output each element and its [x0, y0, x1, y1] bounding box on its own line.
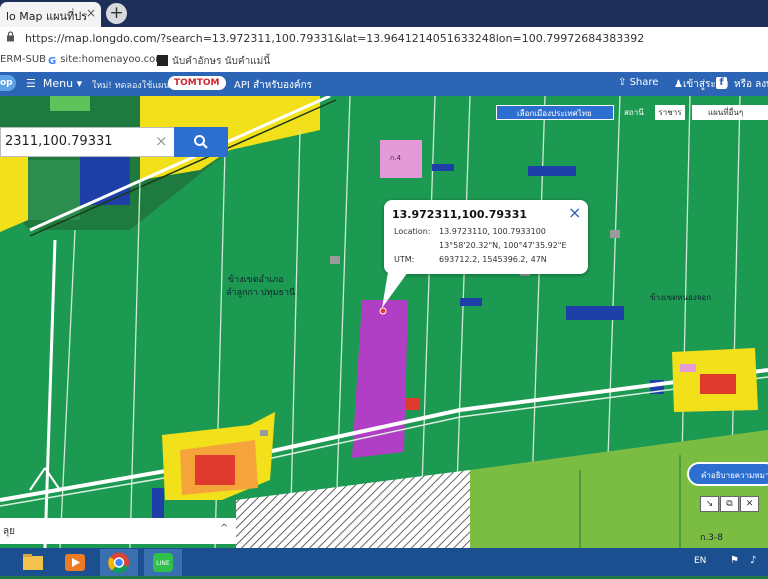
zone-red-small [405, 398, 419, 410]
search-icon [194, 135, 208, 149]
map-label-left-2: ลำลูกกา ปทุมธานี [226, 287, 295, 298]
share-button[interactable]: ⇪ Share [618, 77, 658, 88]
google-icon: G [48, 56, 57, 67]
province-select[interactable]: เลือกเมืองประเทศไทย [496, 105, 614, 120]
bottom-panel-text: ลุย [3, 526, 15, 537]
file-explorer-icon[interactable] [14, 549, 52, 576]
notification-flag-icon[interactable]: ⚑ [730, 555, 739, 566]
tab-title: lo Map แผนที่ประเทศไ [6, 10, 88, 23]
close-icon[interactable]: × [568, 203, 581, 222]
browser-tab-bar: lo Map แผนที่ประเทศไ × + [0, 0, 768, 27]
zone-pink [380, 140, 422, 178]
bookmark-label: นับคำอักษร นับคำแม่นี้ [172, 56, 271, 67]
bookmark-word-count[interactable]: นับคำอักษร นับคำแม่นี้ [157, 54, 270, 69]
layer-select[interactable]: แผนที่อื่นๆ [692, 105, 768, 120]
search-box: 2311,100.79331 × [0, 127, 176, 157]
map-label-left: ข้างเขตอำเภอ [228, 274, 284, 285]
search-button[interactable] [174, 127, 228, 157]
facebook-icon[interactable]: f [716, 77, 727, 89]
map-label-zone-b: ก.3-8 [700, 533, 723, 543]
zone-red-right [700, 374, 736, 394]
search-input[interactable]: 2311,100.79331 [5, 134, 113, 149]
coordinate-popup: 13.972311,100.79331 × Location: 13.97231… [384, 200, 588, 274]
bookmark-label: ERM-SUB [0, 54, 47, 65]
windows-taskbar: LINE [0, 548, 768, 576]
zone-green-tl [50, 96, 90, 111]
media-player-icon[interactable] [56, 549, 94, 576]
clear-search-icon[interactable]: × [155, 132, 168, 150]
api-link[interactable]: API สำหรับองค์กร [234, 78, 312, 93]
svg-text:LINE: LINE [156, 560, 170, 567]
popup-pointer [382, 272, 408, 308]
browser-tab[interactable]: lo Map แผนที่ประเทศไ × [0, 2, 101, 27]
utm-label: UTM: [394, 255, 415, 264]
user-icon: ♟ [674, 79, 683, 90]
bookmarks-bar: ERM-SUB Gsite:homenayoo.com นับคำอักษร น… [0, 50, 768, 73]
legend-button[interactable]: คำอธิบายความหมาย [687, 462, 768, 486]
lock-icon[interactable] [6, 31, 15, 45]
map-canvas[interactable]: ข้างเขตอำเภอ ลำลูกกา ปทุมธานี ข้างเขตหนอ… [0, 96, 768, 548]
zone-blue-bar-3 [566, 306, 624, 320]
url-input[interactable]: https://map.longdo.com/?search=13.972311… [25, 32, 644, 45]
bookmark-erm-sub[interactable]: ERM-SUB [0, 54, 46, 65]
promo-text[interactable]: ใหม่! ทดลองใช้แผนที่ [92, 78, 175, 92]
location-decimal: 13.9723110, 100.7933100 [439, 227, 546, 236]
hamburger-icon: ☰ [26, 77, 36, 90]
location-label: Location: [394, 227, 431, 236]
station-select[interactable]: ราชาร [655, 105, 685, 120]
map-label-zone-a: ก.4 [390, 154, 401, 162]
line-app-icon[interactable]: LINE [144, 549, 182, 576]
map-label-right: ข้างเขตหนองจอก [650, 293, 711, 302]
chrome-icon[interactable] [100, 549, 138, 576]
volume-icon[interactable]: ♪ [750, 555, 756, 566]
location-dms: 13°58'20.32"N, 100°47'35.92"E [439, 241, 567, 250]
zone-blue-bar-4 [460, 298, 482, 306]
chevron-up-icon[interactable]: ^ [220, 523, 228, 534]
dark-app-icon [157, 55, 168, 66]
utm-value: 693712.2, 1545396.2, 47N [439, 255, 547, 264]
new-tab-button[interactable]: + [106, 3, 127, 24]
bottom-panel: ลุย ^ [0, 518, 236, 544]
zone-blue-bar-6 [152, 488, 164, 518]
language-indicator[interactable]: EN [694, 556, 706, 566]
layer-tool-icon[interactable]: ⧉ [720, 496, 739, 512]
tab-close-icon[interactable]: × [86, 6, 96, 20]
address-bar: https://map.longdo.com/?search=13.972311… [0, 27, 768, 51]
share-label: Share [629, 77, 659, 88]
measure-tool-icon[interactable]: ↘ [700, 496, 719, 512]
longdo-logo[interactable]: op [0, 75, 16, 91]
station-label: สถานี [624, 108, 644, 117]
or-register-text: หรือ ลงท [734, 79, 768, 90]
bookmark-label: site:homenayoo.com [60, 54, 165, 65]
chevron-down-icon: ▾ [76, 77, 83, 90]
zoning-map: ข้างเขตอำเภอ ลำลูกกา ปทุมธานี ข้างเขตหนอ… [0, 96, 768, 548]
zone-blue-bar-1 [432, 164, 454, 171]
tomtom-badge[interactable]: TOMTOM [168, 76, 226, 90]
popup-title: 13.972311,100.79331 [392, 208, 527, 221]
zone-pink-right [680, 364, 696, 372]
close-tool-icon[interactable]: ✕ [740, 496, 759, 512]
zone-red-bottom-left [195, 455, 235, 485]
share-icon: ⇪ [618, 77, 627, 88]
zone-blue-bar-2 [528, 166, 576, 176]
menu-label: Menu [42, 77, 74, 90]
bookmark-homenayoo[interactable]: Gsite:homenayoo.com [48, 54, 165, 67]
menu-button[interactable]: ☰ Menu ▾ [26, 77, 82, 90]
map-app-header: op ☰ Menu ▾ ใหม่! ทดลองใช้แผนที่ TOMTOM … [0, 72, 768, 96]
